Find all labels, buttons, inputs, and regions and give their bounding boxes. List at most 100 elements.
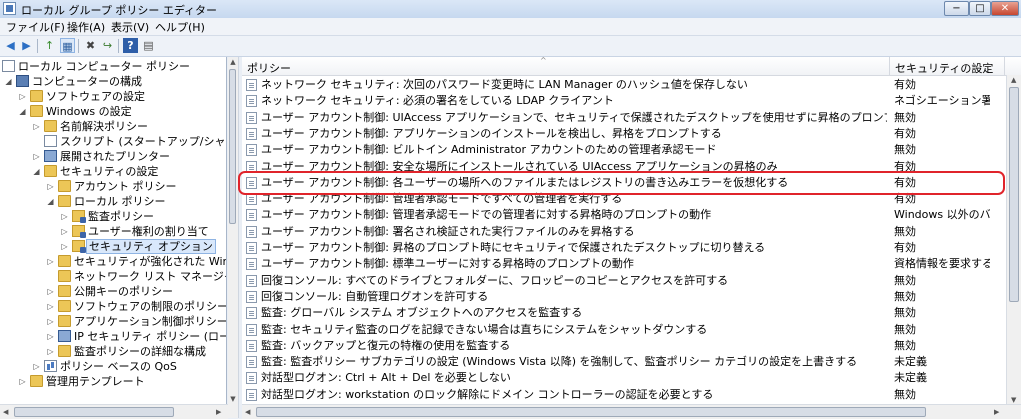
collapse-arrow-icon[interactable]: ◢ [46,194,55,209]
table-row[interactable]: 回復コンソール: 自動管理ログオンを許可する 無効 [242,289,1021,305]
column-divider[interactable] [1004,57,1005,75]
table-row[interactable]: ユーザー アカウント制御: アプリケーションのインストールを検出し、昇格をプロン… [242,126,1021,142]
policy-setting-icon [246,225,257,238]
maximize-button[interactable]: □ [969,1,991,16]
folder-icon [58,285,71,297]
expand-arrow-icon[interactable]: ▷ [46,329,55,344]
help-icon[interactable]: ? [123,38,138,53]
column-header-policy[interactable]: ポリシー [247,60,291,76]
expand-arrow-icon[interactable]: ▷ [46,254,55,269]
table-row[interactable]: ユーザー アカウント制御: 管理者承認モードでの管理者に対する昇格時のプロンプト… [242,207,1021,223]
security-setting-value: 無効 [894,338,916,352]
policy-name: ネットワーク セキュリティ: 必須の署名をしている LDAP クライアント [261,94,614,108]
policy-folder-icon [72,210,86,223]
scroll-up-icon[interactable]: ▲ [228,57,238,67]
table-row[interactable]: 対話型ログオン: Ctrl + Alt + Del を必要としない 未定義 [242,370,1021,386]
security-setting-value: ネゴシエーション署名 [894,94,990,108]
expand-arrow-icon[interactable]: ▷ [46,344,55,359]
tree-item-label: 管理用テンプレート [46,375,145,388]
close-button[interactable]: ✕ [991,1,1019,16]
policy-icon [2,60,15,72]
table-row[interactable]: 監査: グローバル システム オブジェクトへのアクセスを監査する 無効 [242,305,1021,321]
up-folder-icon[interactable]: ↑ [42,38,57,53]
table-row[interactable]: 回復コンソール: すべてのドライブとフォルダーに、フロッピーのコピーとアクセスを… [242,273,1021,289]
scroll-down-icon[interactable]: ▼ [1011,396,1016,404]
policy-folder-icon [72,240,86,253]
table-row[interactable]: 監査: バックアップと復元の特権の使用を監査する 無効 [242,338,1021,354]
table-row[interactable]: ユーザー アカウント制御: 昇格のプロンプト時にセキュリティで保護されたデスクト… [242,240,1021,256]
table-row[interactable]: ユーザー アカウント制御: UIAccess アプリケーションで、セキュリティで… [242,110,1021,126]
security-setting-value: 無効 [894,273,916,287]
expand-arrow-icon[interactable]: ▷ [60,239,69,254]
list-horizontal-scrollbar[interactable]: ◀ ▶ [242,404,1021,419]
tree-item-label: アカウント ポリシー [74,180,177,193]
table-row[interactable]: 監査: 監査ポリシー サブカテゴリの設定 (Windows Vista 以降) … [242,354,1021,370]
scroll-thumb[interactable] [256,407,926,417]
expand-arrow-icon[interactable]: ▷ [60,209,69,224]
expand-arrow-icon[interactable]: ▷ [60,224,69,239]
table-row[interactable]: ネットワーク セキュリティ: 次回のパスワード変更時に LAN Manager … [242,77,1021,93]
scroll-left-icon[interactable]: ◀ [3,408,8,416]
expand-arrow-icon[interactable]: ▷ [32,149,41,164]
tree-horizontal-scrollbar[interactable]: ◀ ▶ [0,404,228,419]
security-setting-value: 無効 [894,110,916,124]
table-row[interactable]: ネットワーク セキュリティ: 必須の署名をしている LDAP クライアント ネゴシ… [242,93,1021,109]
folder-icon [30,375,43,387]
app-icon [3,2,16,15]
scroll-thumb[interactable] [1009,87,1019,302]
expand-arrow-icon[interactable]: ▷ [32,119,41,134]
collapse-arrow-icon[interactable]: ◢ [32,164,41,179]
menu-file[interactable]: ファイル(F) [6,19,65,35]
table-row[interactable]: ユーザー アカウント制御: ビルトイン Administrator アカウントの… [242,142,1021,158]
policy-setting-icon [246,242,257,254]
menu-help[interactable]: ヘルプ(H) [155,19,205,35]
folder-icon [30,90,43,102]
collapse-arrow-icon[interactable]: ◢ [4,74,13,89]
expand-arrow-icon[interactable]: ▷ [46,314,55,329]
expand-arrow-icon[interactable]: ▷ [46,284,55,299]
toolbar: ◀ ▶ ↑ ▦ ✖ ↪ ? ▤ [0,36,1021,57]
menu-view[interactable]: 表示(V) [111,19,149,35]
expand-arrow-icon[interactable]: ▷ [46,179,55,194]
table-row[interactable]: ユーザー アカウント制御: 署名され検証された実行ファイルのみを昇格する 無効 [242,224,1021,240]
scroll-down-icon[interactable]: ▼ [228,394,238,404]
scroll-up-icon[interactable]: ▲ [1011,76,1016,84]
expand-arrow-icon[interactable]: ▷ [46,299,55,314]
column-header-setting[interactable]: セキュリティの設定 [895,60,993,76]
tree-item-label: スクリプト (スタートアップ/シャットダ [60,135,226,148]
security-setting-value: 有効 [894,78,916,91]
list-vertical-scrollbar[interactable]: ▲ ▼ [1006,75,1021,405]
table-row[interactable]: ユーザー アカウント制御: 標準ユーザーに対する昇格時のプロンプトの動作 資格情報… [242,256,1021,272]
scroll-right-icon[interactable]: ▶ [994,408,999,416]
back-arrow-icon[interactable]: ◀ [3,38,18,53]
scroll-right-icon[interactable]: ▶ [216,408,221,416]
policy-name: 対話型ログオン: workstation のロック解除にドメイン コントローラー… [261,387,714,401]
column-divider[interactable] [889,57,890,75]
collapse-arrow-icon[interactable]: ◢ [18,104,27,119]
tree-item-label: 監査ポリシー [88,210,154,223]
scroll-left-icon[interactable]: ◀ [245,408,250,416]
menu-action[interactable]: 操作(A) [67,19,105,35]
policy-setting-icon [246,127,257,140]
show-tree-icon[interactable]: ▦ [60,38,75,53]
expand-arrow-icon[interactable]: ▷ [32,359,41,374]
scroll-thumb[interactable] [14,407,174,417]
expand-arrow-icon[interactable]: ▷ [18,89,27,104]
folder-icon [58,300,71,312]
export-list-icon[interactable]: ↪ [100,38,115,53]
policy-name: 監査: 監査ポリシー サブカテゴリの設定 (Windows Vista 以降) … [261,355,858,369]
tree-pane: ローカル コンピューター ポリシー ◢ コンピューターの構成 ▷ ソフトウェアの… [0,57,227,418]
delete-icon[interactable]: ✖ [83,38,98,53]
table-row[interactable]: 監査: セキュリティ監査のログを記録できない場合は直ちにシステムをシャットダウン… [242,322,1021,338]
window-title: ローカル グループ ポリシー エディター [21,4,218,17]
forward-arrow-icon[interactable]: ▶ [19,38,34,53]
expand-arrow-icon[interactable]: ▷ [18,374,27,389]
security-setting-value: 無効 [894,306,916,320]
scroll-thumb[interactable] [229,69,236,224]
properties-icon[interactable]: ▤ [141,38,156,53]
tree-item-label: IP セキュリティ ポリシー (ローカル [74,330,226,343]
tree-vertical-scrollbar[interactable]: ▲ ▼ [228,57,239,418]
table-row[interactable]: 対話型ログオン: workstation のロック解除にドメイン コントローラー… [242,387,1021,403]
minimize-button[interactable]: − [944,1,969,16]
policy-name: ユーザー アカウント制御: 昇格のプロンプト時にセキュリティで保護されたデスクト… [261,241,766,254]
